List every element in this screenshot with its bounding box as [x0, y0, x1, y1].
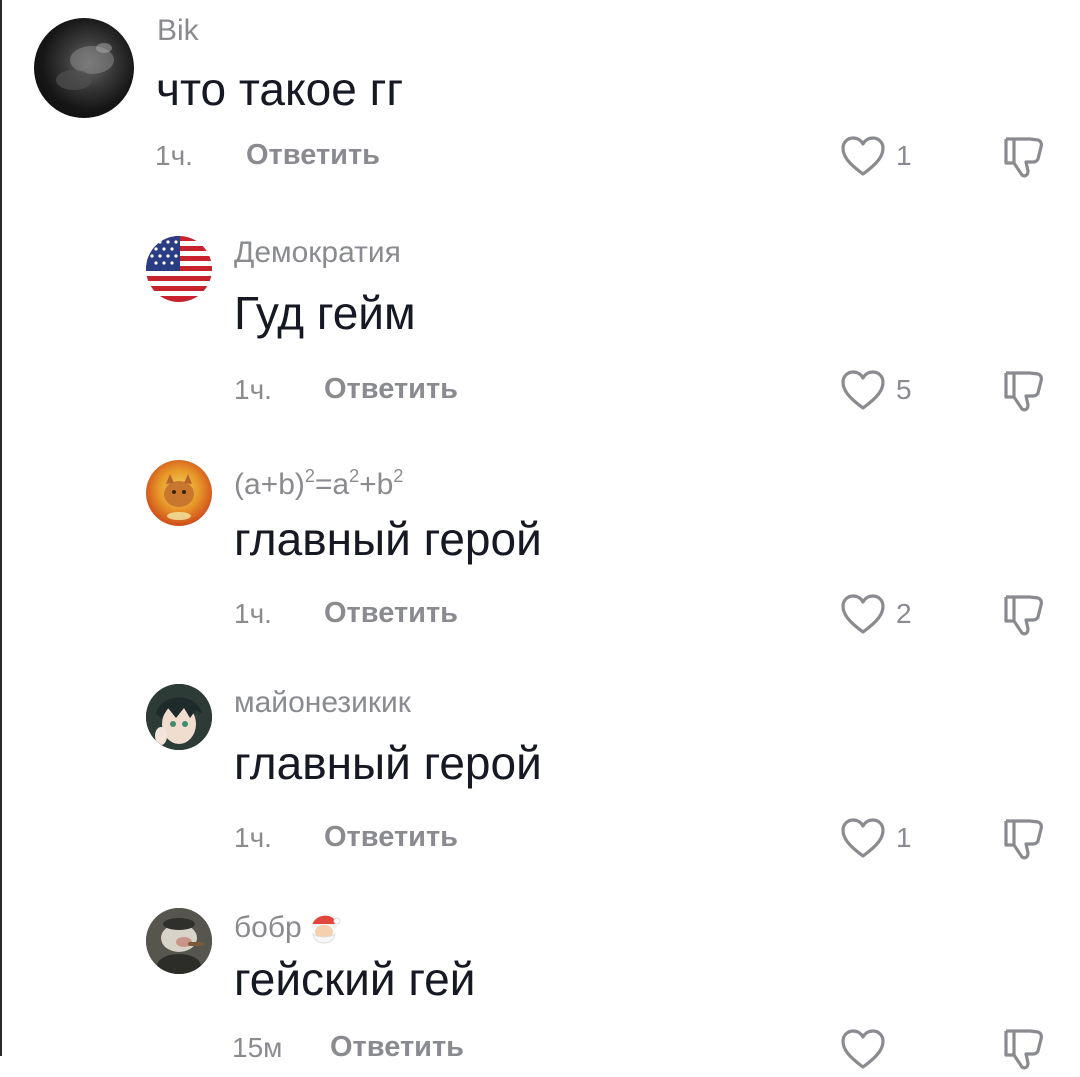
like-button[interactable]: 2 [840, 593, 912, 635]
like-button[interactable] [840, 1028, 896, 1070]
heart-icon [841, 370, 885, 410]
fire-cat-icon [164, 474, 194, 520]
comment-item: майонезикик главный герой 1ч. Ответить 1 [0, 670, 1080, 880]
heart-icon [841, 1029, 885, 1069]
comment-username[interactable]: (a+b)2=a2+b2 [234, 466, 403, 502]
comment-text: гейский гей [234, 953, 476, 1005]
dark-animal-avatar-icon [56, 43, 114, 90]
comment-text: Гуд гейм [234, 287, 416, 339]
anime-character-icon [146, 684, 212, 750]
thumbs-down-icon [1004, 371, 1043, 412]
avatar[interactable] [146, 908, 212, 974]
comment-time: 1ч. [234, 374, 272, 405]
heart-icon [841, 594, 885, 634]
dislike-button[interactable] [1000, 1026, 1046, 1077]
avatar[interactable] [146, 236, 212, 302]
heart-icon [841, 136, 885, 176]
avatar[interactable] [34, 18, 134, 118]
reply-button[interactable]: Ответить [324, 597, 458, 630]
dislike-button[interactable] [1000, 368, 1046, 419]
comment-username[interactable]: Bik [157, 14, 199, 48]
comment-text: что такое гг [156, 63, 404, 115]
beaver-icon [146, 908, 212, 974]
reply-button[interactable]: Ответить [324, 821, 458, 854]
heart-icon [841, 818, 885, 858]
usa-flag-icon [146, 236, 212, 302]
like-count: 1 [896, 822, 912, 853]
like-count: 5 [896, 374, 912, 405]
dislike-button[interactable] [1000, 592, 1046, 643]
like-count: 2 [896, 598, 912, 629]
comment-time: 1ч. [155, 140, 193, 171]
comment-time: 1ч. [234, 598, 272, 629]
reply-button[interactable]: Ответить [330, 1031, 464, 1064]
thumbs-down-icon [1004, 137, 1043, 178]
comment-item: Демократия Гуд гейм 1ч. Ответить 5 [0, 220, 1080, 430]
thumbs-down-icon [1004, 819, 1043, 860]
like-button[interactable]: 1 [840, 135, 912, 177]
thumbs-down-icon [1004, 1029, 1043, 1070]
comment-text: главный герой [234, 513, 542, 565]
dislike-button[interactable] [1000, 134, 1046, 185]
comment-item: Bik что такое гг 1ч. Ответить 1 [0, 0, 1080, 200]
comment-username[interactable]: бобр [234, 908, 344, 948]
like-button[interactable]: 5 [840, 369, 912, 411]
comment-time: 15м [232, 1032, 283, 1063]
reply-button[interactable]: Ответить [246, 139, 380, 172]
avatar[interactable] [146, 684, 212, 750]
comment-time: 1ч. [234, 822, 272, 853]
dislike-button[interactable] [1000, 816, 1046, 867]
comment-text: главный герой [234, 737, 542, 789]
like-button[interactable]: 1 [840, 817, 912, 859]
santa-emoji-icon [310, 915, 341, 944]
comment-username[interactable]: майонезикик [234, 686, 411, 720]
thumbs-down-icon [1004, 595, 1043, 636]
like-count: 1 [896, 140, 912, 171]
comment-item: (a+b)2=a2+b2 главный герой 1ч. Ответить … [0, 446, 1080, 656]
comment-username[interactable]: Демократия [234, 236, 401, 270]
reply-button[interactable]: Ответить [324, 373, 458, 406]
avatar[interactable] [146, 460, 212, 526]
comment-item: бобр гейский гей 15м Ответить [0, 894, 1080, 1070]
